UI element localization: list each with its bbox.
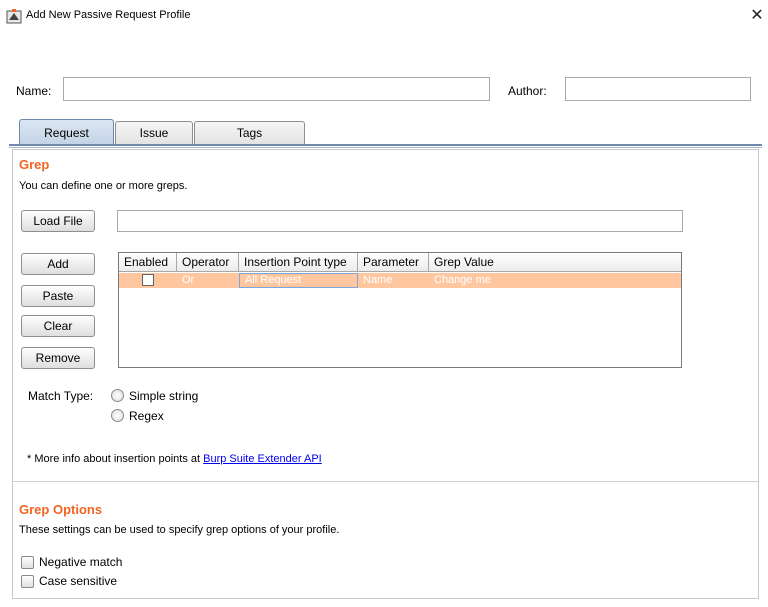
column-header-insertion-point[interactable]: Insertion Point type: [239, 253, 358, 272]
cell-parameter[interactable]: Name: [358, 273, 429, 288]
tab-issue[interactable]: Issue: [115, 121, 193, 145]
negative-match-checkbox[interactable]: [21, 556, 34, 569]
cell-grep-value[interactable]: Change me: [429, 273, 681, 288]
author-label: Author:: [508, 84, 547, 98]
name-label: Name:: [16, 84, 52, 98]
load-file-button[interactable]: Load File: [21, 210, 95, 232]
tab-tags[interactable]: Tags: [194, 121, 305, 145]
match-type-label: Match Type:: [28, 389, 94, 403]
grep-options-description: These settings can be used to specify gr…: [19, 524, 340, 536]
case-sensitive-checkbox[interactable]: [21, 575, 34, 588]
cell-enabled: ✔: [119, 273, 177, 288]
grep-options-title: Grep Options: [19, 502, 103, 517]
info-text: * More info about insertion points at: [27, 453, 201, 465]
regex-radio[interactable]: [111, 409, 124, 422]
tab-divider-light: [9, 147, 762, 148]
check-mark-icon: ✔: [143, 274, 153, 286]
enabled-checkbox[interactable]: ✔: [142, 274, 154, 286]
remove-button[interactable]: Remove: [21, 347, 95, 369]
table-row[interactable]: ✔ Or All Request Name Change me: [119, 273, 681, 288]
simple-string-radio[interactable]: [111, 389, 124, 402]
regex-label[interactable]: Regex: [129, 409, 164, 423]
negative-match-label[interactable]: Negative match: [39, 555, 122, 569]
insertion-points-info: * More info about insertion points at Bu…: [27, 453, 322, 465]
tab-divider: [9, 144, 762, 146]
author-field[interactable]: [565, 77, 751, 101]
window-title: Add New Passive Request Profile: [26, 9, 191, 21]
name-field[interactable]: [63, 77, 490, 101]
column-header-enabled[interactable]: Enabled: [119, 253, 177, 272]
clear-button[interactable]: Clear: [21, 315, 95, 337]
column-header-parameter[interactable]: Parameter: [358, 253, 429, 272]
paste-button[interactable]: Paste: [21, 285, 95, 307]
column-header-operator[interactable]: Operator: [177, 253, 239, 272]
close-icon[interactable]: ✕: [748, 5, 766, 25]
burp-app-icon: [6, 9, 22, 24]
simple-string-label[interactable]: Simple string: [129, 389, 198, 403]
grep-title: Grep: [19, 157, 50, 172]
extender-api-link[interactable]: Burp Suite Extender API: [203, 453, 322, 465]
table-header: Enabled Operator Insertion Point type Pa…: [119, 253, 681, 272]
section-divider: [13, 481, 758, 482]
grep-table[interactable]: Enabled Operator Insertion Point type Pa…: [118, 252, 682, 368]
cell-operator[interactable]: Or: [177, 273, 239, 288]
tab-request[interactable]: Request: [19, 119, 114, 145]
column-header-grep-value[interactable]: Grep Value: [429, 253, 681, 272]
grep-description: You can define one or more greps.: [19, 180, 188, 192]
case-sensitive-label[interactable]: Case sensitive: [39, 574, 117, 588]
add-button[interactable]: Add: [21, 253, 95, 275]
load-file-path-field[interactable]: [117, 210, 683, 232]
title-bar: Add New Passive Request Profile ✕: [0, 0, 768, 32]
cell-insertion-point[interactable]: All Request: [239, 273, 358, 288]
